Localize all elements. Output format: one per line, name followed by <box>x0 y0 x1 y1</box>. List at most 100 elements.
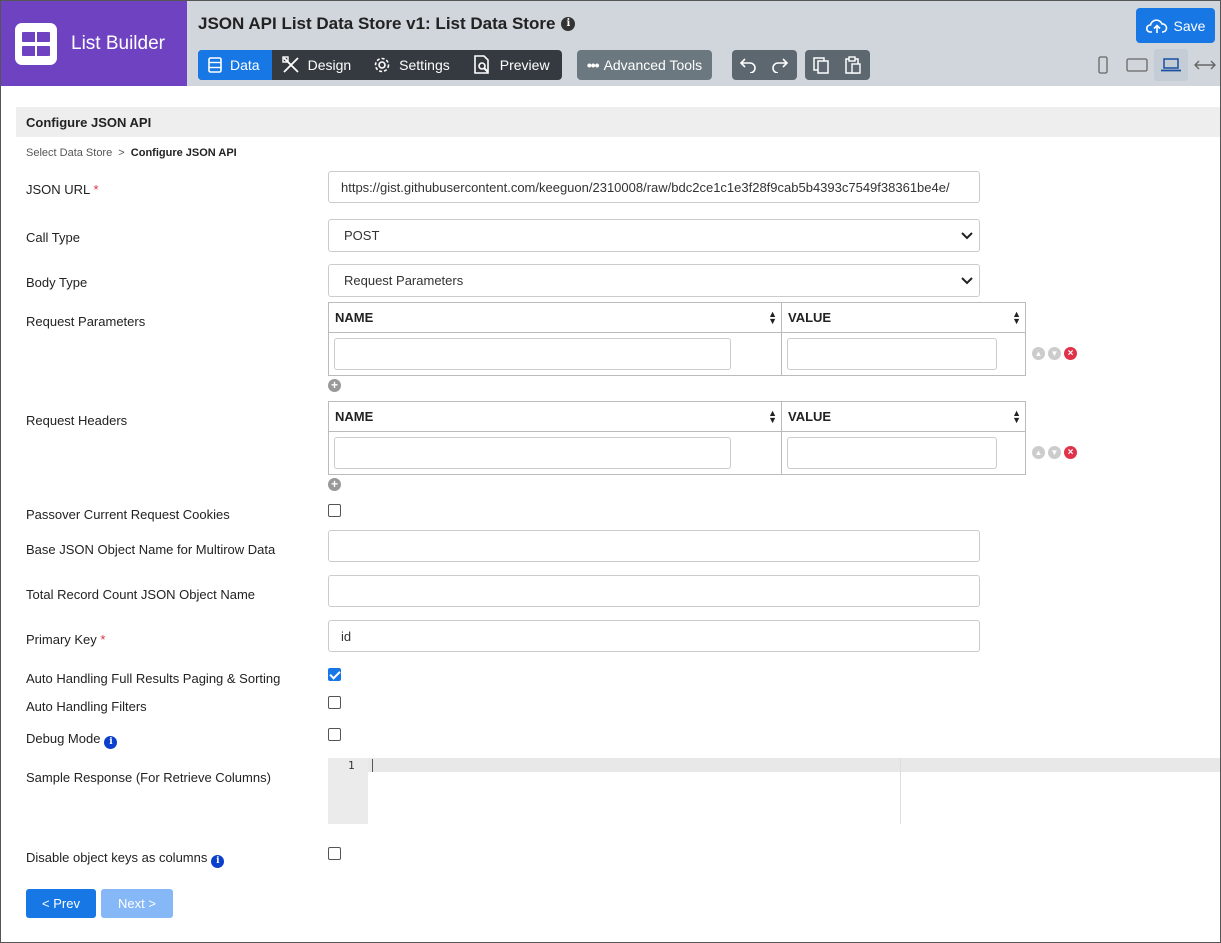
breadcrumb-parent[interactable]: Select Data Store <box>26 147 112 159</box>
move-up-icon[interactable]: ▲ <box>1032 446 1045 459</box>
mobile-icon <box>1098 56 1108 74</box>
table-header: NAME ▲ ▼ VALUE ▲ ▼ <box>329 303 1025 333</box>
primary-key-value: id <box>341 628 352 644</box>
laptop-icon <box>1161 58 1181 72</box>
sample-response-label: Sample Response (For Retrieve Columns) <box>26 770 271 785</box>
paste-button[interactable] <box>837 50 869 80</box>
move-up-icon[interactable]: ▲ <box>1032 347 1045 360</box>
auto-filters-checkbox[interactable] <box>328 696 341 709</box>
request-headers-label: Request Headers <box>26 413 128 428</box>
column-header-value[interactable]: VALUE ▲ ▼ <box>782 303 1025 332</box>
json-url-label: JSON URL * <box>26 182 99 197</box>
page-title-text: JSON API List Data Store v1: List Data S… <box>198 14 556 33</box>
json-url-value: https://gist.githubusercontent.com/keegu… <box>341 179 950 195</box>
passover-cookies-checkbox[interactable] <box>328 504 341 517</box>
tab-settings-label: Settings <box>399 57 450 73</box>
base-json-object-field[interactable] <box>328 530 980 562</box>
info-icon[interactable]: i <box>211 855 225 868</box>
request-parameters-table: NAME ▲ ▼ VALUE ▲ ▼ <box>328 302 1026 376</box>
breadcrumb: Select Data Store > Configure JSON API <box>26 147 237 159</box>
undo-redo-group <box>732 50 797 80</box>
total-record-count-label: Total Record Count JSON Object Name <box>26 587 256 602</box>
auto-paging-checkbox[interactable] <box>328 668 341 681</box>
tab-settings[interactable]: Settings <box>363 50 462 80</box>
body-type-select[interactable]: Request Parameters <box>328 264 980 297</box>
required-mark: * <box>100 632 106 647</box>
debug-mode-checkbox[interactable] <box>328 728 341 741</box>
tab-design-label: Design <box>307 57 352 73</box>
total-record-count-field[interactable] <box>328 575 980 607</box>
list-icon <box>208 57 222 73</box>
add-row-icon[interactable]: + <box>328 478 341 491</box>
call-type-value: POST <box>344 228 380 243</box>
full-width-icon <box>1194 60 1216 70</box>
base-json-object-label: Base JSON Object Name for Multirow Data <box>26 542 276 557</box>
request-headers-table: NAME ▲ ▼ VALUE ▲ ▼ <box>328 401 1026 475</box>
column-header-value-text: VALUE <box>788 310 832 325</box>
redo-button[interactable] <box>764 50 796 80</box>
disable-object-keys-label: Disable object keys as columns i <box>26 850 225 868</box>
gear-icon <box>374 57 390 73</box>
list-builder-logo-icon <box>15 22 57 65</box>
sort-icon: ▲ ▼ <box>1012 308 1021 326</box>
more-dots-icon: ••• <box>586 57 600 73</box>
undo-icon <box>739 58 756 73</box>
undo-button[interactable] <box>732 50 764 80</box>
primary-key-field[interactable]: id <box>328 620 980 652</box>
tab-design[interactable]: Design <box>272 50 364 80</box>
brand-title: List Builder <box>71 32 165 54</box>
column-header-value[interactable]: VALUE ▲ ▼ <box>782 402 1025 431</box>
active-line <box>328 758 1220 772</box>
delete-row-icon[interactable]: × <box>1064 347 1077 360</box>
copy-icon <box>813 57 829 74</box>
column-header-name[interactable]: NAME ▲ ▼ <box>329 303 782 332</box>
header-name-input[interactable] <box>334 437 731 469</box>
device-tablet-button[interactable] <box>1120 49 1154 81</box>
cloud-upload-icon <box>1145 18 1167 33</box>
param-name-input[interactable] <box>334 338 731 370</box>
prev-button[interactable]: < Prev <box>26 889 96 918</box>
column-header-name-text: NAME <box>335 310 374 325</box>
breadcrumb-separator: > <box>118 147 125 159</box>
call-type-select[interactable]: POST <box>328 219 980 252</box>
move-down-icon[interactable]: ▼ <box>1048 347 1061 360</box>
sample-response-editor[interactable]: 1 <box>328 758 1220 824</box>
move-down-icon[interactable]: ▼ <box>1048 446 1061 459</box>
disable-object-keys-checkbox[interactable] <box>328 847 341 860</box>
device-mobile-button[interactable] <box>1086 49 1120 81</box>
row-actions: ▲ ▼ × <box>1032 347 1077 360</box>
text-cursor <box>372 759 373 772</box>
tab-data-label: Data <box>230 57 260 73</box>
copy-paste-group <box>805 50 870 80</box>
delete-row-icon[interactable]: × <box>1064 446 1077 459</box>
device-laptop-button[interactable] <box>1154 49 1188 81</box>
next-button[interactable]: Next > <box>101 889 173 918</box>
line-number: 1 <box>348 759 355 772</box>
app-header: List Builder JSON API List Data Store v1… <box>1 1 1220 86</box>
primary-key-label: Primary Key * <box>26 632 105 647</box>
column-header-name[interactable]: NAME ▲ ▼ <box>329 402 782 431</box>
info-icon[interactable]: i <box>104 736 118 749</box>
row-actions: ▲ ▼ × <box>1032 446 1077 459</box>
advanced-tools-label: Advanced Tools <box>603 57 703 73</box>
disable-object-keys-label-text: Disable object keys as columns <box>26 850 208 865</box>
copy-button[interactable] <box>805 50 837 80</box>
chevron-down-icon <box>961 276 973 284</box>
add-row-icon[interactable]: + <box>328 379 341 392</box>
body-type-label: Body Type <box>26 275 88 290</box>
save-button[interactable]: Save <box>1136 8 1215 43</box>
table-row <box>329 333 1025 375</box>
save-label: Save <box>1173 17 1206 34</box>
device-full-width-button[interactable] <box>1188 49 1221 81</box>
advanced-tools-button[interactable]: ••• Advanced Tools <box>577 50 712 80</box>
info-icon[interactable]: i <box>561 17 576 31</box>
name-cell <box>329 333 782 375</box>
preview-document-icon <box>473 55 489 74</box>
json-url-field[interactable]: https://gist.githubusercontent.com/keegu… <box>328 171 980 203</box>
param-value-input[interactable] <box>787 338 997 370</box>
tablet-icon <box>1126 58 1148 72</box>
primary-key-label-text: Primary Key <box>26 632 97 647</box>
tab-data[interactable]: Data <box>198 50 272 80</box>
tab-preview[interactable]: Preview <box>462 50 562 80</box>
header-value-input[interactable] <box>787 437 997 469</box>
